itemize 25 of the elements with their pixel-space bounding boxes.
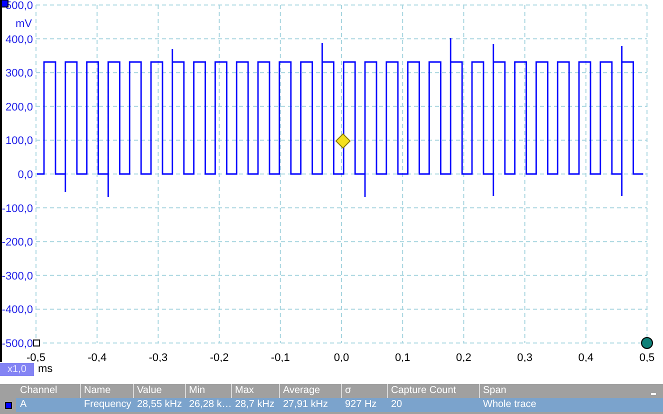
y-tick-label: -300,0 — [2, 270, 33, 282]
table-cell: Frequency — [80, 398, 133, 412]
y-tick-label: -500,0 — [2, 338, 33, 350]
y-tick-label: 200,0 — [5, 101, 33, 114]
square-marker-icon[interactable] — [33, 340, 40, 346]
unit-label: ms — [38, 363, 53, 375]
y-tick-label: -200,0 — [2, 236, 33, 249]
y-tick-label: -100,0 — [2, 202, 33, 215]
column-header[interactable]: Channel — [16, 384, 80, 398]
y-tick-label: 0,0 — [18, 169, 33, 181]
table-cell: 28,7 kHz — [231, 398, 279, 412]
y-tick-label: 300,0 — [5, 68, 33, 80]
zoom-badge[interactable]: x1,0 — [0, 362, 34, 376]
table-cell: A — [16, 398, 80, 412]
table-cell: 26,28 k… — [185, 398, 231, 412]
y-tick-label: -400,0 — [2, 304, 33, 316]
unit-label: mV — [16, 18, 32, 30]
circle-handle-icon[interactable] — [641, 337, 653, 349]
table-cell: 927 Hz — [341, 398, 387, 412]
table-cell: 27,91 kHz — [279, 398, 341, 412]
table-cell: 20 — [387, 398, 479, 412]
table-cell: 28,55 kHz — [133, 398, 185, 412]
y-tick-label: 100,0 — [5, 135, 33, 148]
y-tick-label: 400,0 — [5, 34, 33, 46]
table-cell: Whole trace — [479, 398, 663, 412]
